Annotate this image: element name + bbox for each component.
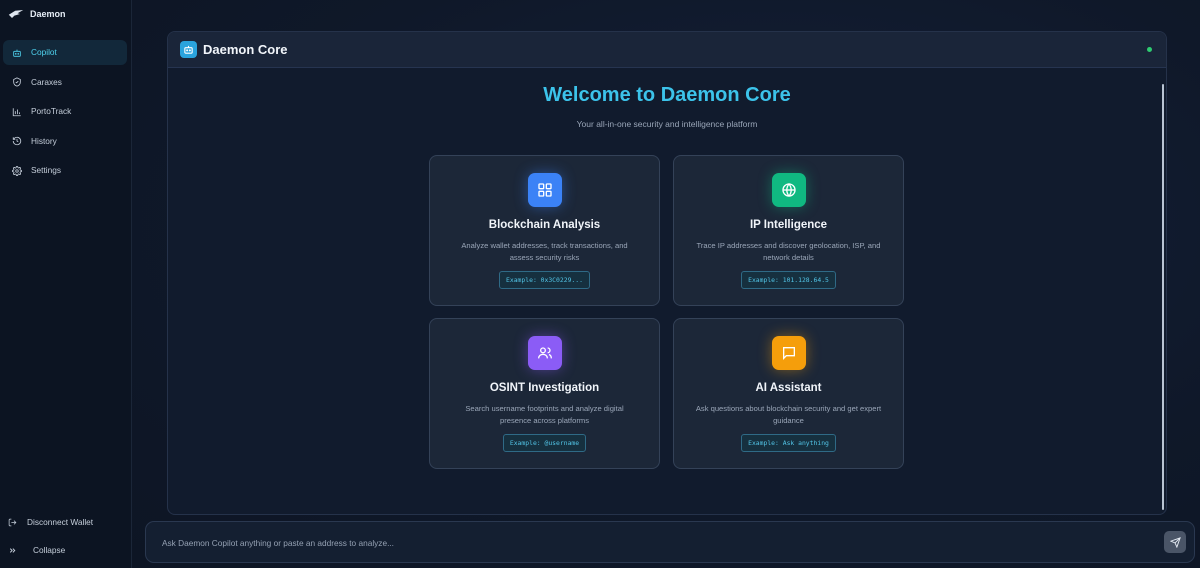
sidebar-item-label: PortoTrack [31, 106, 72, 117]
panel-scrollbar[interactable] [1162, 84, 1164, 510]
collapse-button[interactable]: Collapse [0, 536, 131, 564]
sidebar-bottom: Disconnect Wallet Collapse [0, 508, 131, 564]
logout-icon [8, 518, 17, 526]
sidebar-nav: Copilot Caraxes PortoTrack History Setti… [0, 40, 131, 183]
disconnect-wallet-button[interactable]: Disconnect Wallet [0, 508, 131, 536]
send-button[interactable] [1164, 531, 1186, 553]
core-bot-icon [180, 41, 197, 58]
card-description: Ask questions about blockchain security … [695, 404, 882, 425]
card-blockchain-analysis[interactable]: Blockchain Analysis Analyze wallet addre… [429, 155, 660, 306]
sidebar-item-label: Copilot [31, 47, 57, 58]
status-indicator [1147, 47, 1152, 52]
chat-input-bar [145, 521, 1195, 563]
globe-icon [771, 173, 806, 207]
shield-icon [13, 77, 21, 87]
sidebar-item-label: Caraxes [31, 76, 62, 87]
app: Daemon Copilot Caraxes PortoTrack Histor… [0, 0, 1200, 568]
card-title: Blockchain Analysis [488, 219, 601, 231]
card-description: Analyze wallet addresses, track transact… [461, 241, 628, 262]
welcome-heading: Welcome to Daemon Core [543, 84, 791, 106]
gear-icon [12, 165, 22, 176]
sidebar-item-portotrack[interactable]: PortoTrack [3, 99, 127, 124]
main-area: Daemon Core Welcome to Daemon Core Your … [132, 0, 1200, 568]
card-ai-assistant[interactable]: AI Assistant Ask questions about blockch… [673, 318, 904, 469]
collapse-label: Collapse [33, 545, 66, 555]
daemon-logo-icon [8, 8, 24, 20]
panel-title: Daemon Core [203, 42, 288, 57]
card-title: IP Intelligence [749, 219, 828, 231]
sidebar-item-copilot[interactable]: Copilot [3, 40, 127, 65]
card-example: Example: 0x3C0229... [499, 270, 590, 289]
chevrons-right-icon [9, 547, 16, 553]
sidebar-item-history[interactable]: History [3, 129, 127, 154]
chat-input[interactable] [162, 534, 1122, 552]
bot-icon [13, 49, 21, 57]
card-description: Search username footprints and analyze d… [465, 404, 624, 425]
card-title: AI Assistant [755, 382, 822, 394]
grid-icon [527, 173, 562, 207]
send-icon [1169, 536, 1181, 548]
welcome-tagline: Your all-in-one security and intelligenc… [576, 119, 758, 129]
disconnect-wallet-label: Disconnect Wallet [27, 517, 94, 527]
brand[interactable]: Daemon [0, 0, 131, 28]
brand-name: Daemon [30, 9, 66, 19]
card-ip-intelligence[interactable]: IP Intelligence Trace IP addresses and d… [673, 155, 904, 306]
bar-chart-icon [12, 107, 21, 116]
card-example: Example: @username [502, 433, 587, 452]
panel-header: Daemon Core [168, 32, 1166, 68]
card-description: Trace IP addresses and discover geolocat… [696, 241, 881, 262]
card-osint-investigation[interactable]: OSINT Investigation Search username foot… [429, 318, 660, 469]
sidebar: Daemon Copilot Caraxes PortoTrack Histor… [0, 0, 132, 568]
sidebar-item-caraxes[interactable]: Caraxes [3, 70, 127, 95]
card-example: Example: Ask anything [741, 433, 836, 452]
users-icon [527, 336, 562, 370]
daemon-core-panel: Daemon Core Welcome to Daemon Core Your … [167, 31, 1167, 515]
sidebar-item-settings[interactable]: Settings [3, 158, 127, 183]
message-icon [771, 336, 806, 370]
history-icon [12, 136, 22, 146]
card-title: OSINT Investigation [489, 382, 600, 394]
sidebar-item-label: Settings [31, 165, 61, 176]
sidebar-item-label: History [31, 135, 57, 146]
card-example: Example: 101.128.64.5 [741, 270, 836, 289]
